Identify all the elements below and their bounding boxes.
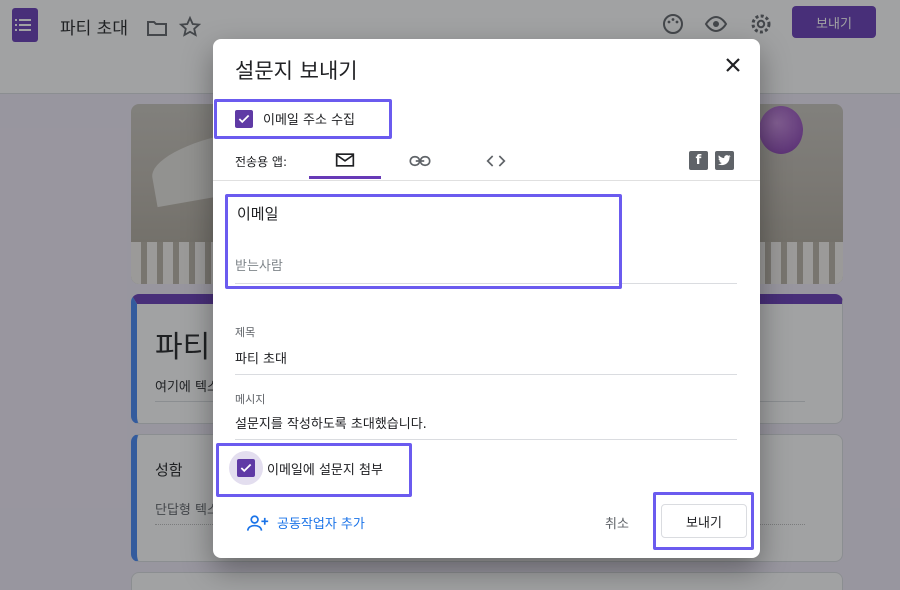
add-collaborators-label: 공동작업자 추가 <box>277 517 365 532</box>
add-collaborators-button[interactable]: 공동작업자 추가 <box>247 513 365 532</box>
tab-email[interactable] <box>309 143 381 179</box>
highlight-send-button <box>653 492 754 550</box>
tab-divider <box>213 180 760 181</box>
send-via-label: 전송용 앱: <box>235 155 288 169</box>
facebook-icon[interactable]: f <box>689 151 708 170</box>
cancel-button[interactable]: 취소 <box>605 513 629 532</box>
tab-embed[interactable] <box>460 143 532 179</box>
message-label: 메시지 <box>235 393 266 406</box>
subject-input[interactable]: 파티 초대 <box>235 348 737 375</box>
tab-link[interactable] <box>384 143 456 179</box>
add-person-icon <box>247 514 269 531</box>
embed-icon <box>486 155 506 167</box>
link-icon <box>409 155 431 167</box>
highlight-collect-email <box>214 99 392 139</box>
close-icon[interactable] <box>721 53 745 77</box>
highlight-email-field <box>225 194 622 289</box>
twitter-icon[interactable] <box>715 151 734 170</box>
highlight-attach-option <box>216 443 412 497</box>
subject-label: 제목 <box>235 326 256 339</box>
mail-icon <box>335 152 355 167</box>
dialog-title: 설문지 보내기 <box>235 59 358 83</box>
message-input[interactable]: 설문지를 작성하도록 초대했습니다. <box>235 413 737 440</box>
